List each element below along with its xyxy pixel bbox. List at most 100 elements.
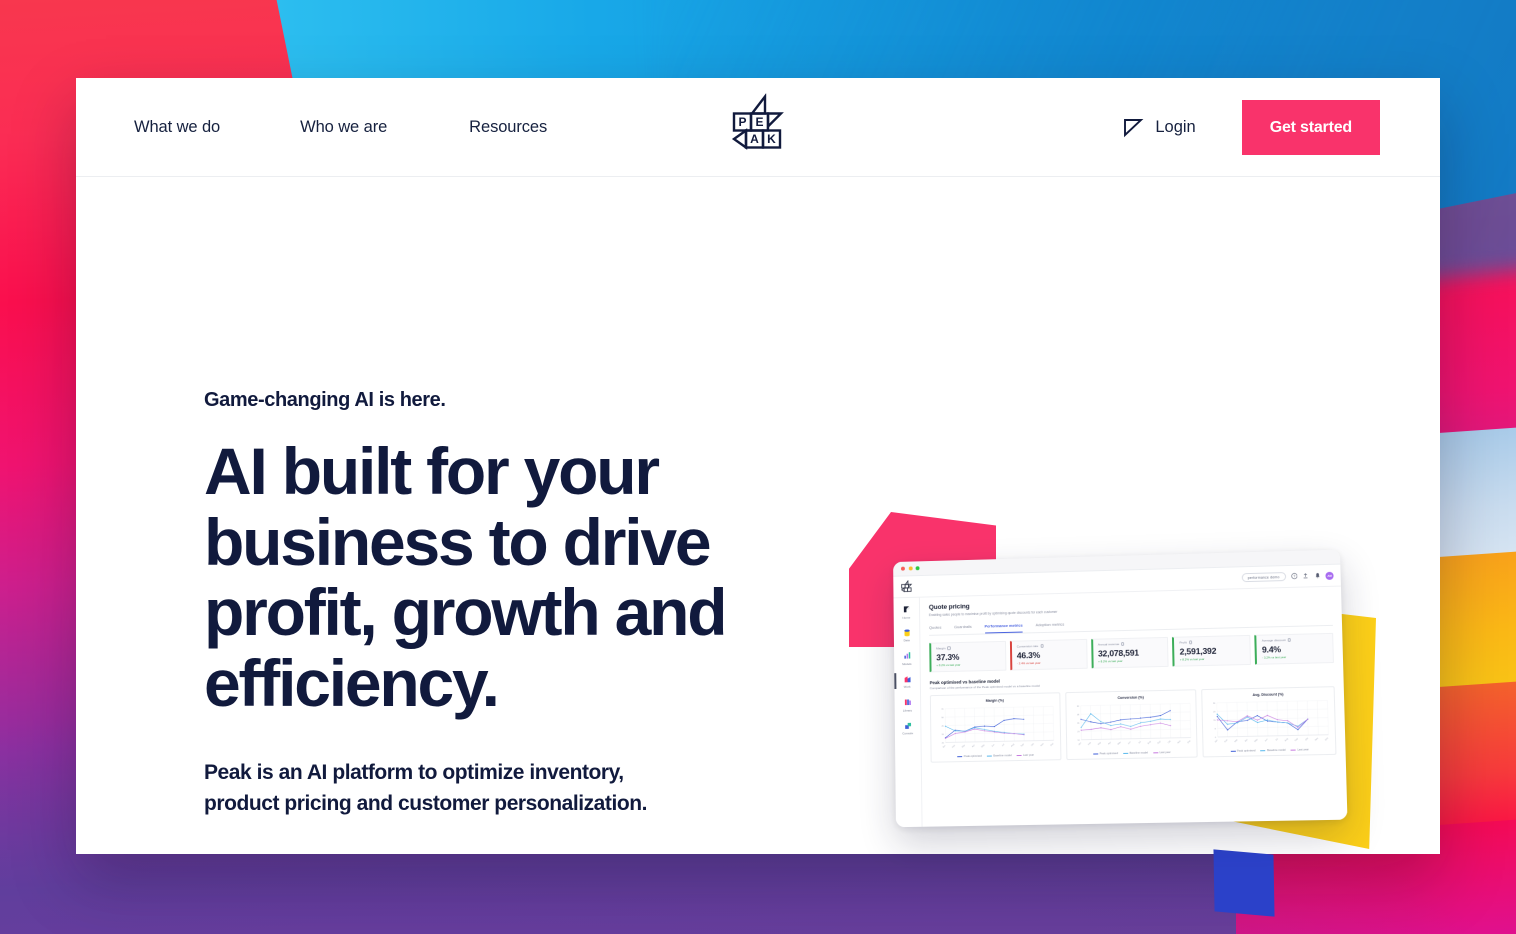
peak-logo[interactable]: P E A K (727, 92, 789, 161)
kpi-card-profit: Profit 2,591,392 + 8.2% vs last year (1172, 634, 1252, 667)
legend-label: Last year (1297, 747, 1309, 752)
info-icon[interactable] (1121, 642, 1125, 646)
svg-text:?: ? (1293, 575, 1295, 579)
sidebar-item-data[interactable]: Data (894, 628, 920, 643)
tab-quotes[interactable]: Quotes (929, 624, 941, 634)
legend-label: Last year (1022, 753, 1035, 757)
svg-text:Sep: Sep (1295, 737, 1300, 742)
legend-swatch (1152, 751, 1158, 753)
data-icon (903, 629, 910, 636)
svg-text:Aug: Aug (1010, 742, 1015, 747)
sidebar-item-console[interactable]: Console (895, 721, 921, 736)
console-icon (904, 722, 911, 729)
svg-text:Aug: Aug (1146, 739, 1151, 744)
window-close-dot[interactable] (900, 566, 905, 571)
tab-guardrails[interactable]: Guardrails (954, 623, 972, 633)
help-icon[interactable]: ? (1291, 573, 1298, 580)
sidebar-item-work-label: Work (903, 684, 911, 689)
legend-swatch (1093, 753, 1099, 754)
peak-logo-icon: P E A K (731, 92, 784, 150)
svg-text:Feb: Feb (1088, 741, 1093, 746)
legend-label: Baseline model (1267, 748, 1286, 752)
tab-adoption-metrics[interactable]: Adoption metrics (1036, 621, 1065, 632)
chart-legend: Peak optimised Baseline model Last year (1207, 747, 1332, 752)
svg-text:Feb: Feb (1225, 738, 1230, 743)
upload-icon[interactable] (1302, 573, 1309, 580)
kpi-card-conversion-rate: Conversion rate 46.3% - 2.4% vs last yea… (1009, 638, 1088, 671)
info-icon[interactable] (1287, 638, 1292, 642)
svg-text:Nov: Nov (1177, 739, 1182, 744)
login-label: Login (1155, 117, 1196, 136)
sidebar-item-work[interactable]: Work (894, 674, 920, 689)
svg-text:Feb: Feb (952, 744, 957, 749)
models-icon (903, 652, 910, 659)
bell-icon[interactable] (1314, 572, 1321, 579)
svg-text:Oct: Oct (1305, 736, 1310, 741)
legend-label: Baseline model (1129, 750, 1148, 755)
kpi-label-text: Margin (936, 646, 946, 651)
legend-item: Baseline model (1122, 750, 1148, 755)
svg-text:Nov: Nov (1040, 742, 1045, 747)
legend-swatch (1016, 754, 1022, 756)
svg-text:10: 10 (1077, 739, 1080, 741)
svg-text:Dec: Dec (1050, 742, 1054, 746)
svg-text:Jun: Jun (1265, 737, 1270, 741)
login-link[interactable]: Login (1122, 116, 1196, 138)
info-icon[interactable] (947, 646, 951, 650)
kpi-value: 9.4% (1261, 643, 1281, 655)
info-icon[interactable] (1040, 644, 1044, 648)
navbar: What we do Who we are Resources P E A K (76, 78, 1440, 177)
sidebar-item-library[interactable]: Library (895, 697, 921, 712)
svg-text:Oct: Oct (1167, 739, 1172, 744)
svg-text:Mar: Mar (1098, 741, 1102, 745)
kpi-delta: + 8.2% vs last year (1098, 658, 1123, 664)
legend-label: Peak optimised (1236, 748, 1256, 753)
avatar[interactable]: AM (1325, 571, 1334, 580)
nav-link-who-we-are[interactable]: Who we are (300, 118, 387, 137)
svg-text:Jul: Jul (1138, 740, 1142, 744)
hero-headline-line-2: business to drive (204, 504, 712, 579)
kpi-value: 46.3% (1016, 649, 1041, 660)
dashboard-mockup: performance demo ? AM Home Data Models W… (893, 549, 1348, 828)
nav-links: What we do Who we are Resources (134, 118, 627, 137)
svg-text:Jul: Jul (1002, 743, 1006, 747)
legend-item: Last year (1152, 751, 1171, 754)
dashboard-main: Quote pricing Enabling sales people to m… (919, 586, 1348, 827)
workspace-pill[interactable]: performance demo (1241, 572, 1286, 583)
legend-label: Peak optimised (1099, 751, 1118, 755)
svg-text:23: 23 (1213, 711, 1216, 713)
tab-performance-metrics[interactable]: Performance metrics (984, 622, 1023, 633)
sidebar-item-home[interactable]: Home (894, 605, 920, 620)
window-maximize-dot[interactable] (915, 566, 920, 571)
nav-link-what-we-do[interactable]: What we do (134, 118, 220, 137)
kpi-label-text: Profit (1179, 640, 1187, 645)
svg-text:35: 35 (1077, 722, 1080, 724)
legend-item: Peak optimised (957, 754, 982, 758)
get-started-button[interactable]: Get started (1241, 99, 1380, 155)
sidebar-item-home-label: Home (902, 615, 911, 620)
hero-subheadline: Peak is an AI platform to optimize inven… (204, 761, 647, 816)
hero-copy: Game-changing AI is here. AI built for y… (204, 389, 764, 820)
kpi-delta: + 8.2% vs last year (936, 662, 961, 668)
sidebar-item-models[interactable]: Models (894, 651, 920, 666)
info-icon[interactable] (1188, 640, 1192, 644)
svg-text:Aug: Aug (1284, 736, 1290, 741)
sidebar-item-library-label: Library (902, 707, 912, 713)
svg-text:May: May (981, 743, 986, 748)
legend-item: Peak optimised (1230, 748, 1256, 753)
dashboard-peak-logo-icon[interactable] (899, 580, 914, 593)
legend-item: Baseline model (986, 753, 1012, 758)
kpi-card-average-discount: Average discount 9.4% - 3.2% vs last yea… (1254, 632, 1334, 665)
chart-card-conversion: Conversion (%) 10 23 35 48 60 Jan Feb Mar Apr May… (1064, 689, 1199, 760)
legend-swatch (1122, 752, 1128, 754)
hero-section: Game-changing AI is here. AI built for y… (76, 177, 1440, 917)
dashboard-topbar-actions: performance demo ? AM (1241, 571, 1334, 583)
legend-swatch (986, 755, 992, 757)
nav-link-resources[interactable]: Resources (469, 118, 547, 137)
window-minimize-dot[interactable] (908, 566, 913, 571)
svg-text:30: 30 (1213, 702, 1216, 704)
legend-label: Baseline model (993, 753, 1012, 758)
svg-text:48: 48 (1077, 714, 1080, 716)
legend-label: Peak optimised (963, 754, 982, 758)
hero-eyebrow: Game-changing AI is here. (204, 389, 446, 411)
